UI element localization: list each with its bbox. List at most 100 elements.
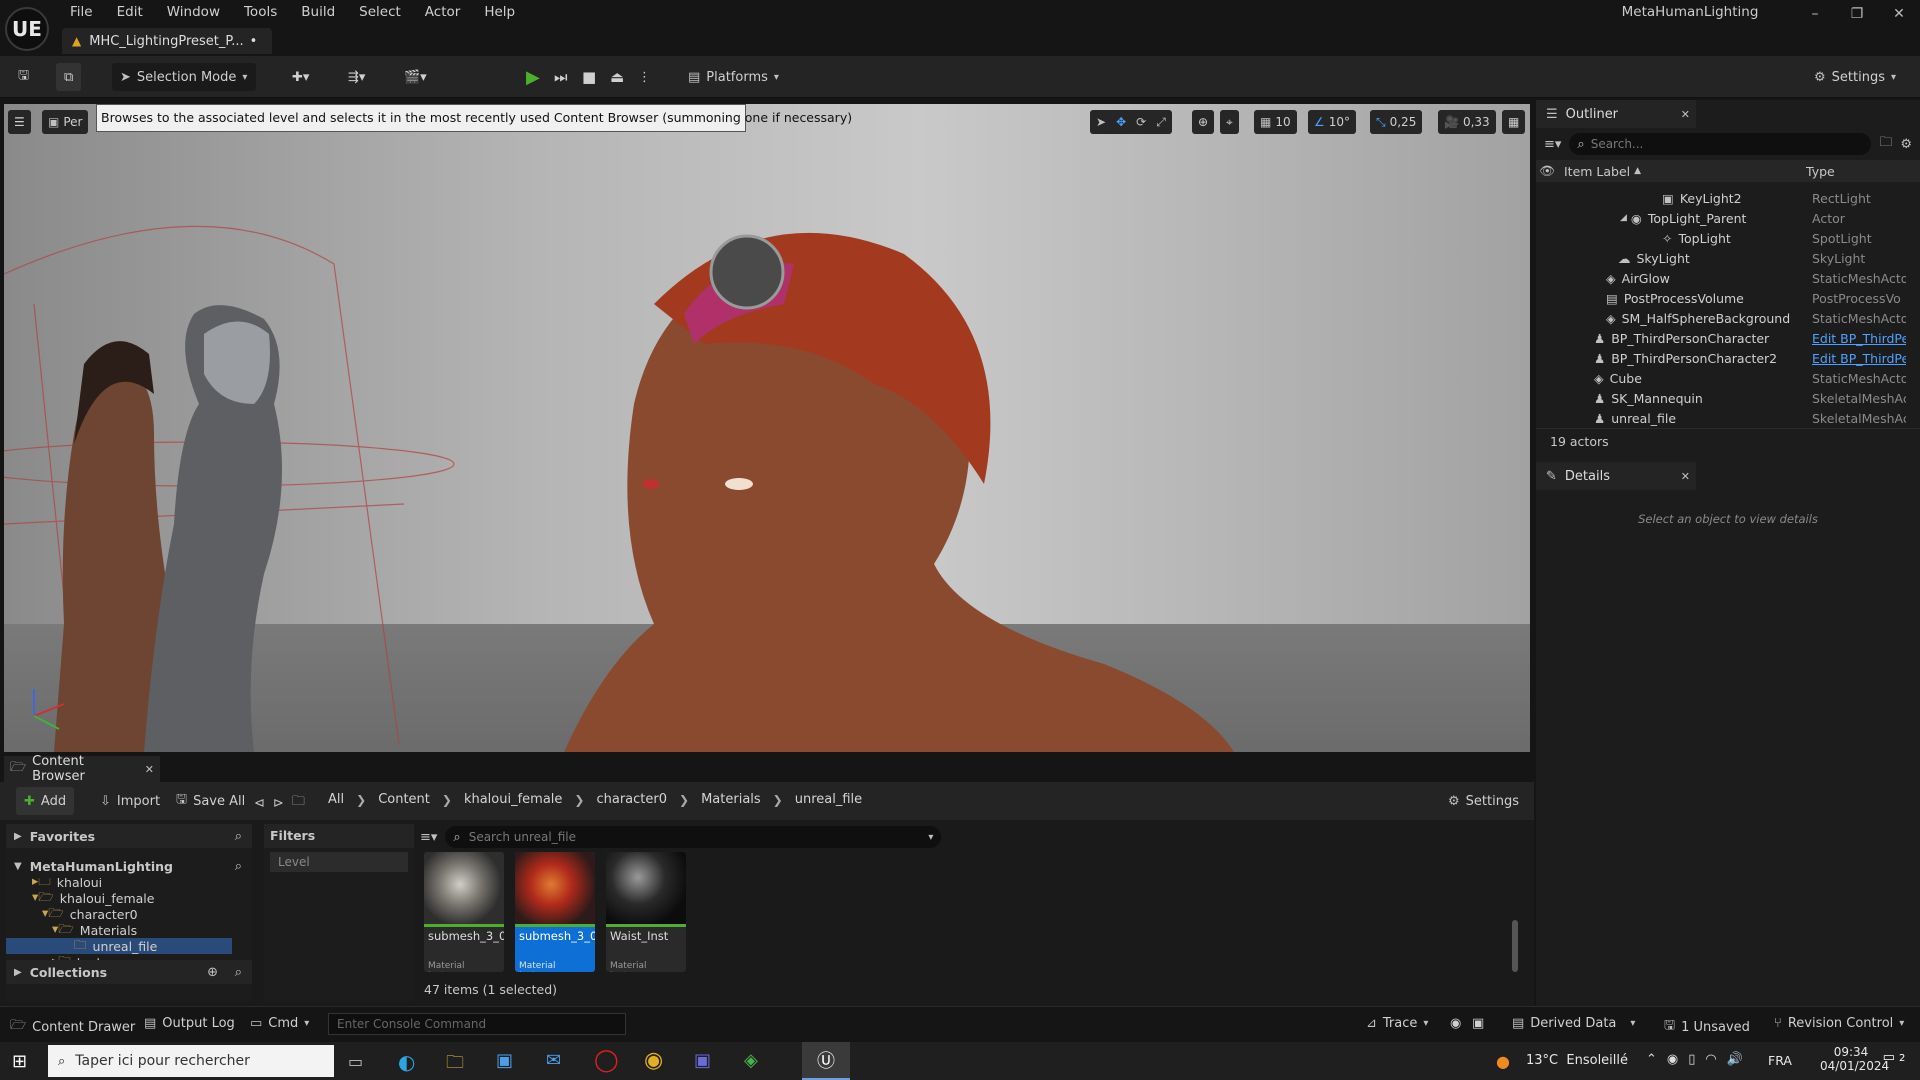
- taskbar-search[interactable]: ⌕ Taper ici pour rechercher: [48, 1045, 334, 1077]
- minimize-button[interactable]: –: [1800, 6, 1830, 26]
- menu-select[interactable]: Select: [347, 4, 413, 20]
- chevron-down-icon[interactable]: ▾: [928, 832, 933, 843]
- asset-tile[interactable]: Waist_Inst Material Instance: [606, 852, 686, 972]
- chevron-down-icon[interactable]: ◢: [1620, 213, 1627, 223]
- restore-button[interactable]: ❐: [1842, 6, 1872, 26]
- asset-tile[interactable]: submesh_3_004_ Material Instance: [424, 852, 504, 972]
- settings-dropdown[interactable]: ⚙ Settings ▾: [1806, 63, 1904, 91]
- asset-tile-selected[interactable]: submesh_3_004_ Material Instance: [515, 852, 595, 972]
- trace-dropdown[interactable]: ⊿ Trace ▾: [1366, 1016, 1428, 1031]
- outliner-row[interactable]: ♟ SK_Mannequin SkeletalMeshAc: [1536, 388, 1920, 408]
- folder-item-selected[interactable]: 🗀 unreal_file: [6, 937, 232, 954]
- eject-icon[interactable]: ⏏: [602, 63, 632, 91]
- search-icon[interactable]: ⌕: [235, 829, 242, 844]
- add-collection-icon[interactable]: ⊕: [207, 965, 218, 980]
- menu-build[interactable]: Build: [289, 4, 347, 20]
- content-browser-tab[interactable]: 🗁 Content Browser ✕: [4, 754, 160, 784]
- step-icon[interactable]: ⏭: [546, 63, 576, 91]
- asset-search-input[interactable]: ⌕ Search unreal_file ▾: [445, 826, 942, 848]
- record-icon[interactable]: ◉: [1667, 1052, 1678, 1067]
- asset-scrollbar[interactable]: [1512, 920, 1518, 972]
- browse-level-icon[interactable]: ⧉: [56, 63, 82, 91]
- wifi-icon[interactable]: ◠: [1705, 1052, 1716, 1067]
- store-icon[interactable]: ▣: [496, 1050, 513, 1071]
- chrome-icon[interactable]: ◉: [644, 1048, 663, 1073]
- search-icon[interactable]: ⌕: [235, 859, 242, 874]
- close-icon[interactable]: ✕: [145, 763, 154, 776]
- derived-data-dropdown[interactable]: ▤ Derived Data ▾: [1512, 1016, 1635, 1031]
- outliner-row[interactable]: ♟ BP_ThirdPersonCharacter2 Edit BP_ThirdPe: [1536, 348, 1920, 368]
- close-button[interactable]: ✕: [1884, 6, 1914, 26]
- add-button[interactable]: ✚ Add: [16, 787, 75, 815]
- search-icon[interactable]: ⌕: [235, 965, 242, 980]
- project-header[interactable]: ▼ MetaHumanLighting ⌕: [6, 854, 252, 878]
- menu-help[interactable]: Help: [472, 4, 527, 20]
- collections-header[interactable]: ▶ Collections ⊕ ⌕: [6, 960, 252, 984]
- menu-file[interactable]: File: [58, 4, 105, 20]
- surface-snap-icon[interactable]: ⌖: [1220, 110, 1239, 134]
- move-tool-icon[interactable]: ✥: [1116, 115, 1126, 129]
- edit-blueprint-link[interactable]: Edit BP_ThirdPe: [1812, 351, 1906, 366]
- forward-icon[interactable]: ⊳: [273, 796, 284, 811]
- menu-edit[interactable]: Edit: [105, 4, 155, 20]
- language-indicator[interactable]: FRA: [1768, 1053, 1792, 1068]
- app-icon[interactable]: ◈: [744, 1050, 758, 1071]
- outliner-row[interactable]: ▣ KeyLight2 RectLight: [1536, 188, 1920, 208]
- add-actor-icon[interactable]: ✚▾: [284, 63, 317, 91]
- details-tab[interactable]: ✎ Details ✕: [1536, 462, 1696, 490]
- clock[interactable]: 09:34 04/01/2024: [1820, 1045, 1889, 1073]
- filter-icon[interactable]: ≡▾: [420, 830, 437, 845]
- content-drawer-button[interactable]: 🗁 Content Drawer: [10, 1016, 135, 1038]
- snapshot-icon[interactable]: ▣: [1472, 1016, 1484, 1031]
- file-explorer-icon[interactable]: 🗀: [446, 1050, 464, 1080]
- stop-icon[interactable]: ■: [574, 63, 604, 91]
- output-log-button[interactable]: ▤ Output Log: [144, 1016, 235, 1031]
- outliner-row[interactable]: ♟ unreal_file SkeletalMeshAc: [1536, 408, 1920, 428]
- new-folder-icon[interactable]: 🗀: [1879, 133, 1892, 155]
- outliner-row[interactable]: ◈ SM_HalfSphereBackground StaticMeshActo: [1536, 308, 1920, 328]
- level-viewport[interactable]: ☰ ▣ Per ➤ ✥ ⟳ ⤢ ⊕ ⌖ ▦ 10 ∠ 10° ⤡ 0,25 🎥 …: [4, 104, 1530, 752]
- breadcrumb-item[interactable]: Materials: [701, 792, 761, 807]
- rotate-tool-icon[interactable]: ⟳: [1136, 115, 1146, 129]
- edge-icon[interactable]: ◐: [398, 1050, 415, 1074]
- menu-tools[interactable]: Tools: [232, 4, 289, 20]
- menu-actor[interactable]: Actor: [413, 4, 473, 20]
- back-icon[interactable]: ⊲: [254, 796, 265, 811]
- unsaved-button[interactable]: 🖫 1 Unsaved: [1664, 1016, 1750, 1038]
- outliner-row[interactable]: ◈ Cube StaticMeshActo: [1536, 368, 1920, 388]
- eye-icon[interactable]: 👁: [1536, 163, 1558, 179]
- close-icon[interactable]: ✕: [1681, 470, 1690, 483]
- level-tab[interactable]: ▲ MHC_LightingPreset_P... •: [62, 28, 272, 54]
- cmd-dropdown[interactable]: ▭ Cmd ▾: [250, 1016, 309, 1031]
- close-icon[interactable]: ✕: [1681, 108, 1690, 121]
- gear-icon[interactable]: ⚙: [1900, 137, 1912, 152]
- blueprint-icon[interactable]: ⇶▾: [340, 63, 373, 91]
- selection-mode-dropdown[interactable]: ➤ Selection Mode ▾: [112, 63, 256, 91]
- windows-start-icon[interactable]: ⊞: [12, 1051, 27, 1072]
- outliner-row[interactable]: ◈ AirGlow StaticMeshActo: [1536, 268, 1920, 288]
- outliner-row[interactable]: ✧ TopLight SpotLight: [1536, 228, 1920, 248]
- breadcrumb-item[interactable]: character0: [596, 792, 667, 807]
- content-browser-settings-button[interactable]: ⚙ Settings: [1440, 787, 1527, 815]
- cinematics-icon[interactable]: 🎬▾: [396, 63, 435, 91]
- breadcrumb-item[interactable]: All: [328, 792, 344, 807]
- breadcrumb-item[interactable]: unreal_file: [795, 792, 862, 807]
- world-space-icon[interactable]: ⊕: [1192, 110, 1215, 134]
- console-input[interactable]: Enter Console Command: [328, 1013, 626, 1035]
- filter-icon[interactable]: ≡▾: [1544, 137, 1561, 152]
- teams-icon[interactable]: ▣: [694, 1050, 711, 1071]
- outliner-row[interactable]: ☁ SkyLight SkyLight: [1536, 248, 1920, 268]
- play-icon[interactable]: ▶: [518, 63, 548, 91]
- task-view-icon[interactable]: ▭: [348, 1052, 363, 1071]
- menu-window[interactable]: Window: [155, 4, 232, 20]
- type-column[interactable]: Type: [1806, 164, 1835, 179]
- unreal-logo-icon[interactable]: UE: [5, 7, 49, 51]
- opera-icon[interactable]: ◯: [594, 1048, 619, 1073]
- play-options-icon[interactable]: ⋮: [630, 63, 659, 91]
- rotation-snap-toggle[interactable]: ∠ 10°: [1308, 110, 1357, 134]
- folder-item[interactable]: ▾🗁 khaloui_female: [6, 889, 236, 906]
- scale-tool-icon[interactable]: ⤢: [1156, 115, 1166, 130]
- layout-icon[interactable]: ▦: [1502, 110, 1526, 134]
- unreal-taskbar-icon[interactable]: Ⓤ: [802, 1042, 850, 1080]
- select-tool-icon[interactable]: ➤: [1096, 115, 1106, 129]
